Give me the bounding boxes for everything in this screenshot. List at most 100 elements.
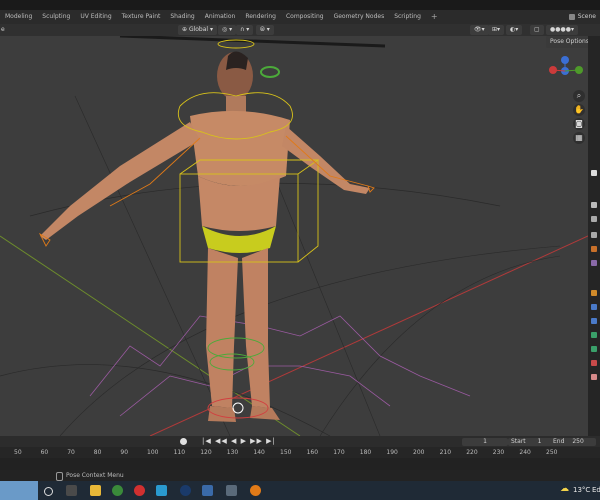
frame-tick-label: 230: [492, 449, 505, 456]
object-props-icon[interactable]: [591, 290, 597, 296]
timeline-track[interactable]: [0, 458, 600, 470]
scene-props-icon[interactable]: [591, 246, 597, 252]
modifier-icon[interactable]: [591, 304, 597, 310]
perspective-toggle-button[interactable]: ▦: [573, 132, 585, 144]
tool-icon[interactable]: [591, 170, 597, 176]
frame-tick-label: 180: [359, 449, 372, 456]
window-top-strip: [0, 0, 600, 10]
app-icon-misc[interactable]: [226, 485, 237, 496]
shading-spheres-icon: ●●●●▾: [550, 26, 574, 33]
shading-mode-switcher[interactable]: ●●●●▾: [546, 25, 578, 35]
chrome-icon[interactable]: [112, 485, 123, 496]
app-icon-store[interactable]: [156, 485, 167, 496]
transform-orientation-dropdown[interactable]: ⊕ Global ▾: [178, 25, 217, 35]
weather-suffix: Ed: [592, 486, 600, 494]
start-frame-field[interactable]: Start 1: [508, 438, 552, 446]
taskbar-thumbnail[interactable]: [0, 481, 38, 500]
tab-texture-paint[interactable]: Texture Paint: [117, 10, 166, 24]
pivot-point-dropdown[interactable]: ◎ ▾: [218, 25, 237, 35]
file-explorer-icon[interactable]: [90, 485, 101, 496]
camera-icon: ◙: [575, 119, 583, 128]
frame-ruler[interactable]: 50 60 70 80 90 100 110 120 130 140 150 160 170 180 190…: [0, 449, 600, 458]
blender-icon[interactable]: [250, 485, 261, 496]
bone-constraint-icon[interactable]: [591, 360, 597, 366]
zoom-view-button[interactable]: ⌕: [573, 90, 585, 102]
xray-toggle[interactable]: ▢: [530, 25, 544, 35]
frame-tick-label: 220: [466, 449, 478, 456]
timeline-panel: |◀ ◀◀ ◀ ▶ ▶▶ ▶| 1 Start 1 End 250 50 60 70…: [0, 436, 600, 470]
tab-shading[interactable]: Shading: [165, 10, 199, 24]
texture-icon[interactable]: [591, 374, 597, 380]
start-label: Start: [511, 438, 526, 445]
render-icon[interactable]: [591, 202, 597, 208]
overlay-icon: ◐▾: [510, 26, 519, 33]
3d-viewport[interactable]: ⌕ ✋ ◙ ▦: [0, 36, 588, 436]
armature-data-icon[interactable]: [591, 332, 597, 338]
orientation-label: Global: [188, 26, 209, 33]
view-layer-icon[interactable]: [591, 232, 597, 238]
search-icon[interactable]: [44, 487, 53, 496]
gizmo-toggle[interactable]: ⊞▾: [488, 25, 505, 35]
magnet-icon: ∩ ▾: [240, 26, 250, 33]
gizmo-icon: ⊞▾: [492, 26, 501, 33]
opera-icon[interactable]: [134, 485, 145, 496]
ccleaner-icon[interactable]: [180, 485, 191, 496]
end-frame-field[interactable]: End 250: [550, 438, 596, 446]
frame-tick-label: 170: [333, 449, 345, 456]
frame-tick-label: 250: [546, 449, 558, 456]
document-icon[interactable]: [202, 485, 213, 496]
proportional-edit-toggle[interactable]: ⦾ ▾: [256, 25, 274, 35]
output-icon[interactable]: [591, 216, 597, 222]
view-object-types[interactable]: 👁▾: [470, 25, 489, 35]
frame-tick-label: 100: [147, 449, 159, 456]
frame-tick-label: 120: [200, 449, 212, 456]
frame-tick-label: 70: [67, 449, 75, 456]
weather-icon: ☁: [560, 484, 569, 494]
frame-tick-label: 200: [413, 449, 425, 456]
pan-view-button[interactable]: ✋: [573, 104, 585, 116]
scene-icon: [568, 14, 575, 20]
tab-scripting[interactable]: Scripting: [389, 10, 426, 24]
frame-tick-label: 80: [93, 449, 102, 456]
frame-tick-label: 110: [173, 449, 186, 456]
camera-view-button[interactable]: ◙: [573, 118, 585, 130]
magnifier-icon: ⌕: [576, 91, 582, 100]
tab-uv-editing[interactable]: UV Editing: [75, 10, 116, 24]
status-context-menu: Pose Context Menu: [66, 472, 124, 479]
task-view-icon[interactable]: [66, 485, 77, 496]
end-label: End: [553, 438, 565, 445]
tab-geometry-nodes[interactable]: Geometry Nodes: [329, 10, 390, 24]
add-workspace-button[interactable]: +: [426, 10, 443, 24]
keyframe-record-button[interactable]: [180, 438, 187, 445]
grid-icon: ▦: [575, 133, 583, 142]
tab-sculpting[interactable]: Sculpting: [37, 10, 75, 24]
frame-tick-label: 240: [519, 449, 531, 456]
viewport-canvas[interactable]: [0, 36, 588, 436]
frame-tick-label: 60: [40, 449, 49, 456]
xray-icon: ▢: [534, 26, 540, 33]
tab-rendering[interactable]: Rendering: [240, 10, 281, 24]
tab-compositing[interactable]: Compositing: [281, 10, 329, 24]
scene-selector[interactable]: Scene: [568, 10, 596, 24]
status-bar: Pose Context Menu: [0, 470, 600, 481]
frame-tick-label: 90: [120, 449, 129, 456]
bone-icon[interactable]: [591, 346, 597, 352]
start-value: 1: [537, 438, 542, 445]
tab-animation[interactable]: Animation: [200, 10, 241, 24]
current-frame-field[interactable]: 1: [462, 438, 508, 446]
world-icon[interactable]: [591, 260, 597, 266]
end-value: 250: [572, 438, 584, 445]
particles-icon[interactable]: [591, 318, 597, 324]
timeline-controls: |◀ ◀◀ ◀ ▶ ▶▶ ▶| 1 Start 1 End 250: [0, 436, 600, 447]
snap-toggle[interactable]: ∩ ▾: [236, 25, 254, 35]
frame-tick-label: 130: [226, 449, 239, 456]
pose-options-button[interactable]: Pose Options: [546, 36, 593, 48]
overlays-toggle[interactable]: ◐▾: [506, 25, 523, 35]
playback-controls[interactable]: |◀ ◀◀ ◀ ▶ ▶▶ ▶|: [202, 436, 276, 447]
hand-icon: ✋: [574, 105, 584, 114]
workspace-tab-bar: Modeling Sculpting UV Editing Texture Pa…: [0, 10, 600, 25]
frame-tick-label: 150: [280, 449, 292, 456]
tab-modeling[interactable]: Modeling: [0, 10, 37, 24]
orientation-icon: ⊕: [182, 26, 189, 33]
frame-tick-label: 190: [386, 449, 398, 456]
